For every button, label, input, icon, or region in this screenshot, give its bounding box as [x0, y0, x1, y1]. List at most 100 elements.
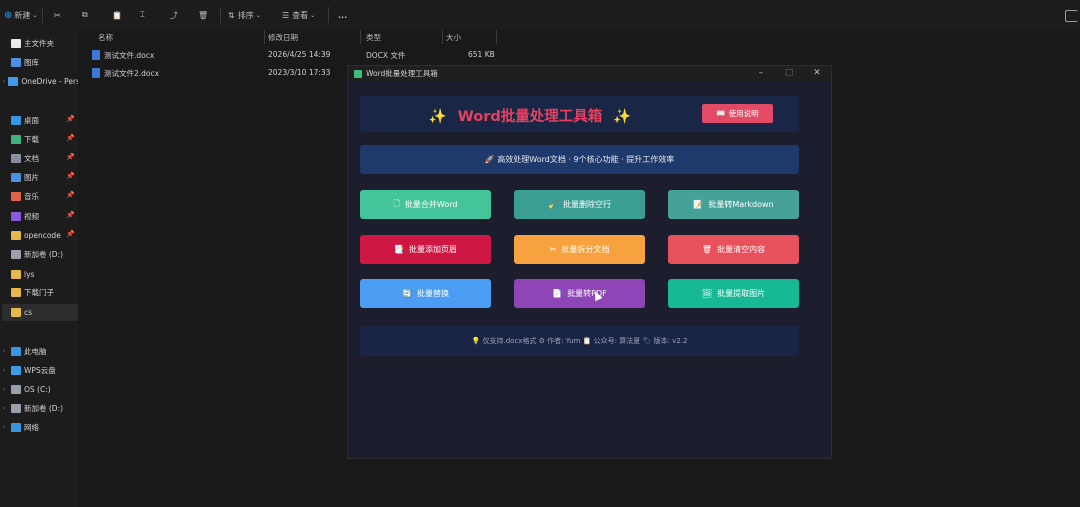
function-button[interactable]: 🖼 批量提取图片 [668, 279, 799, 308]
file-row[interactable]: 测试文件.docx 2026/4/25 14:39 DOCX 文件 651 KB [80, 48, 500, 63]
function-button[interactable]: 🧹 批量删除空行 [514, 190, 645, 219]
help-button[interactable]: 📖 使用说明 [702, 104, 773, 123]
column-divider[interactable] [442, 30, 443, 44]
sidebar-item[interactable]: 图片 📌 [2, 169, 78, 186]
sidebar-item[interactable]: opencode 📌 [2, 227, 78, 244]
sidebar-item[interactable]: 文档 📌 [2, 150, 78, 167]
expand-chevron-icon[interactable]: › [3, 348, 8, 355]
column-header-date[interactable]: 修改日期 [268, 30, 298, 44]
cut-button[interactable]: ✂ [54, 8, 61, 22]
sparkles-icon: ✨ [613, 109, 632, 125]
function-button-label: 批量提取图片 [717, 289, 766, 298]
docx-file-icon [92, 50, 100, 60]
expand-chevron-icon[interactable]: › [3, 386, 8, 393]
copy-button[interactable]: ⧉ [82, 8, 88, 22]
sidebar-item[interactable]: 音乐 📌 [2, 188, 78, 205]
cloud-icon [8, 77, 19, 86]
folder-icon [11, 288, 21, 297]
pin-icon: 📌 [66, 153, 75, 161]
function-button-label: 批量删除空行 [562, 200, 611, 209]
sidebar-item[interactable]: 下载 📌 [2, 131, 78, 148]
sidebar-item[interactable]: › 网络 [2, 419, 78, 436]
expand-chevron-icon[interactable]: › [3, 367, 8, 374]
toolbar-divider [328, 7, 329, 23]
network-icon [11, 423, 21, 432]
new-button[interactable]: ⊕ 新建 ⌄ [4, 8, 37, 22]
sidebar-item-label: 下载门子 [24, 288, 54, 297]
sidebar-item[interactable]: › 新加卷 (D:) [2, 400, 78, 417]
folder-icon [11, 308, 21, 317]
sidebar-item[interactable]: 新加卷 (D:) [2, 246, 78, 263]
paste-button[interactable]: 📋 [112, 8, 122, 22]
sidebar-item[interactable]: lys [2, 266, 78, 283]
sidebar-item-label: 主文件夹 [24, 39, 54, 48]
sidebar-item-label: 新加卷 (D:) [24, 250, 64, 259]
app-title-bar[interactable]: Word批量处理工具箱 – □ ✕ [348, 66, 831, 82]
function-button-label: 批量合并Word [404, 200, 458, 209]
function-button[interactable]: 📑 批量添加页眉 [360, 235, 491, 264]
function-button[interactable]: 📝 批量转Markdown [668, 190, 799, 219]
sidebar-item[interactable]: › OS (C:) [2, 381, 78, 398]
column-divider[interactable] [496, 30, 497, 44]
expand-chevron-icon[interactable]: › [3, 405, 8, 412]
close-button[interactable]: ✕ [810, 67, 824, 80]
column-divider[interactable] [360, 30, 361, 44]
function-button[interactable]: ✂ 批量拆分文档 [514, 235, 645, 264]
function-button[interactable]: 🔄 批量替换 [360, 279, 491, 308]
minimize-button[interactable]: – [754, 67, 768, 80]
document-icon: 🗋 [393, 198, 400, 208]
sidebar-item[interactable]: cs [2, 304, 78, 321]
pin-icon: 📌 [66, 172, 75, 180]
function-button[interactable]: 🗋 批量合并Word [360, 190, 491, 219]
window-title: Word批量处理工具箱 [366, 69, 438, 78]
scissors-icon: ✂ [549, 245, 557, 254]
function-button[interactable]: 📄 批量转PDF [514, 279, 645, 308]
sidebar-item[interactable]: 图库 [2, 54, 78, 71]
gallery-icon [11, 58, 21, 67]
music-icon [11, 192, 21, 201]
new-label: 新建 [14, 10, 31, 20]
rename-button[interactable]: ⌶ [140, 8, 145, 22]
share-button[interactable]: ⤴ [170, 8, 178, 22]
pin-icon: 📌 [66, 115, 75, 123]
delete-button[interactable]: 🗑 [198, 8, 208, 22]
rename-icon: ⌶ [140, 10, 145, 19]
trash-icon: 🗑 [701, 245, 713, 254]
file-date: 2023/3/10 17:33 [268, 68, 331, 77]
sidebar-item-label: 文档 [24, 154, 39, 163]
sort-button[interactable]: ⇅ 排序 ⌄ [228, 8, 261, 22]
sidebar-item[interactable]: › OneDrive - Person [2, 73, 78, 90]
docx-file-icon [92, 68, 100, 78]
view-label: 查看 [292, 10, 309, 20]
column-header-type[interactable]: 类型 [366, 30, 381, 44]
sidebar-item[interactable]: 主文件夹 [2, 35, 78, 52]
column-divider[interactable] [264, 30, 265, 44]
sidebar-item[interactable]: 下载门子 [2, 284, 78, 301]
sidebar-item-label: 此电脑 [24, 347, 47, 356]
subtitle-banner: 🚀 高效处理Word文档 · 9个核心功能 · 提升工作效率 [360, 145, 799, 174]
more-button[interactable]: ... [338, 8, 347, 22]
expand-chevron-icon[interactable]: › [3, 78, 5, 85]
sidebar-item-label: 桌面 [24, 116, 39, 125]
column-header-size[interactable]: 大小 [446, 30, 461, 44]
expand-chevron-icon[interactable]: › [3, 424, 8, 431]
header-title: Word批量处理工具箱 [457, 109, 603, 125]
sidebar-item[interactable]: › WPS云盘 [2, 362, 78, 379]
view-button[interactable]: ☰ 查看 ⌄ [282, 8, 315, 22]
sidebar-item-label: opencode [24, 231, 61, 240]
function-button[interactable]: 🗑 批量清空内容 [668, 235, 799, 264]
maximize-button[interactable]: □ [782, 67, 796, 80]
app-heading: ✨ Word批量处理工具箱 ✨ [360, 105, 700, 126]
new-icon: ⊕ [4, 9, 13, 21]
sidebar-item-label: cs [24, 308, 33, 317]
book-icon: 📖 [716, 109, 726, 118]
sort-label: 排序 [237, 10, 254, 20]
sidebar-item[interactable]: › 此电脑 [2, 343, 78, 360]
toolbar-divider [220, 7, 221, 23]
details-pane-icon[interactable] [1065, 10, 1078, 22]
sidebar-item[interactable]: 视频 📌 [2, 208, 78, 225]
function-button-label: 批量替换 [416, 289, 449, 298]
sidebar-item[interactable]: 桌面 📌 [2, 112, 78, 129]
column-header-name[interactable]: 名称 [98, 30, 113, 44]
header-icon: 📑 [394, 245, 404, 254]
